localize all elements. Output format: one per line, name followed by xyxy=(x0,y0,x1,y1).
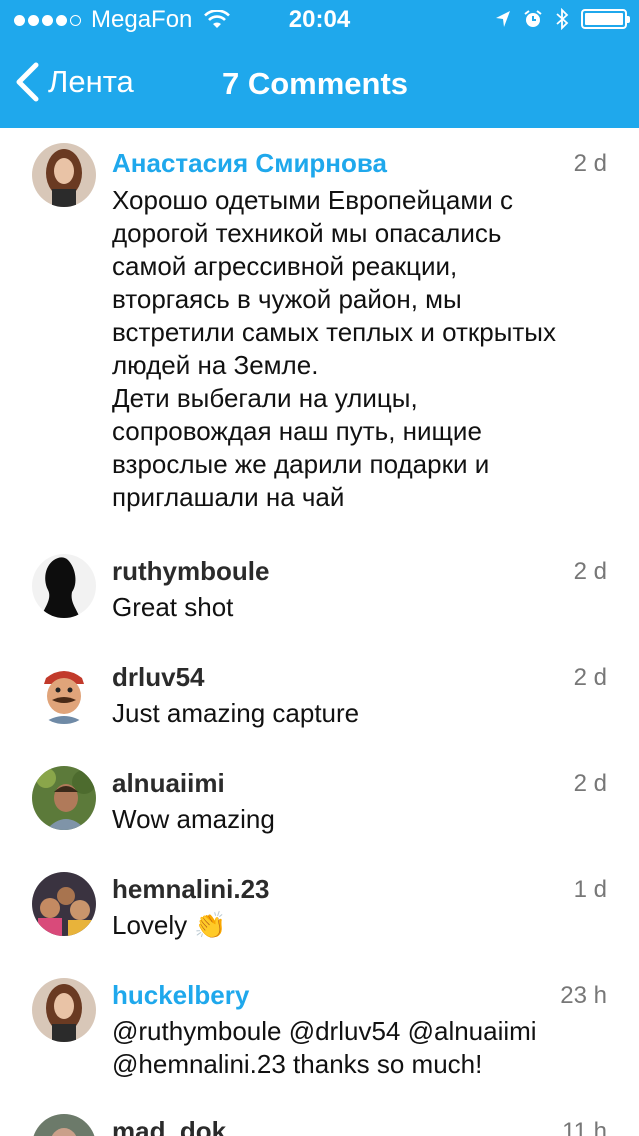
comment-text: Just amazing capture xyxy=(112,698,360,728)
avatar[interactable] xyxy=(32,660,96,724)
comment-text: Great shot xyxy=(112,592,234,622)
comment-text: Хорошо одетыми Европейцами с дорогой тех… xyxy=(112,185,556,512)
back-button[interactable]: Лента xyxy=(14,62,134,102)
status-bar: MegaFon 20:04 xyxy=(0,0,639,40)
comment-time: 23 h xyxy=(560,982,607,1009)
comment-username[interactable]: hemnalini.23 xyxy=(112,874,270,905)
comment-time: 2 d xyxy=(573,558,607,585)
bluetooth-icon xyxy=(556,8,569,30)
page-title: 7 Comments xyxy=(222,66,409,101)
alarm-icon xyxy=(524,10,542,27)
comment-username[interactable]: Анастасия Смирнова xyxy=(112,148,387,179)
comment-text: @ruthymboule @drluv54 @alnuaiimi @hemnal… xyxy=(112,1016,537,1079)
avatar[interactable] xyxy=(32,554,96,618)
navigation-bar: Лента 7 Comments xyxy=(0,48,639,124)
comment-time: 11 h xyxy=(562,1118,607,1136)
chevron-left-icon xyxy=(16,62,39,102)
comment-username[interactable]: mad_dok xyxy=(112,1116,226,1136)
comment-username[interactable]: alnuaiimi xyxy=(112,768,225,799)
comment-text: Lovely 👏 xyxy=(112,910,227,940)
comment-username[interactable]: drluv54 xyxy=(112,662,205,693)
avatar[interactable] xyxy=(32,1114,96,1136)
avatar[interactable] xyxy=(32,143,96,207)
comment-time: 2 d xyxy=(573,770,607,797)
battery-icon xyxy=(581,9,630,29)
comment-username[interactable]: huckelbery xyxy=(112,980,249,1011)
comment-time: 1 d xyxy=(573,876,607,903)
avatar[interactable] xyxy=(32,978,96,1042)
back-label: Лента xyxy=(48,64,134,99)
status-icons xyxy=(495,8,630,30)
comment-text: Wow amazing xyxy=(112,804,275,834)
comment-username[interactable]: ruthymboule xyxy=(112,556,269,587)
comment-time: 2 d xyxy=(573,150,607,177)
header: MegaFon 20:04 Лента 7 Comments xyxy=(0,0,639,128)
comment-time: 2 d xyxy=(573,664,607,691)
avatar[interactable] xyxy=(32,872,96,936)
avatar[interactable] xyxy=(32,766,96,830)
location-arrow-icon xyxy=(496,11,510,27)
